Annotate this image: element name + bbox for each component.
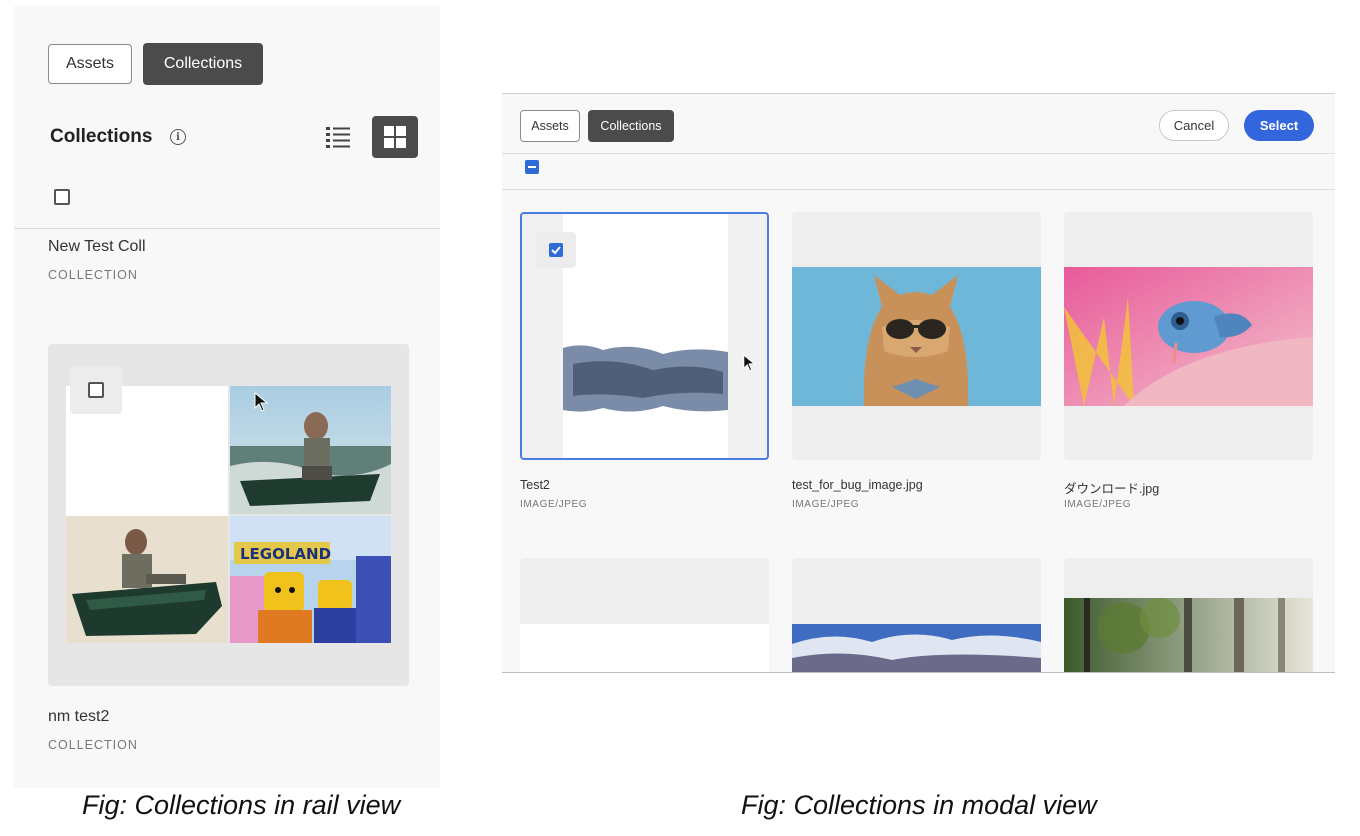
cursor-icon [743, 354, 755, 372]
collection-card[interactable]: LEGOLAND [48, 344, 409, 686]
asset-checkbox-wrapper [536, 232, 576, 268]
cancel-button[interactable]: Cancel [1159, 110, 1229, 141]
collection-name[interactable]: New Test Coll [48, 238, 146, 256]
assets-tab-button[interactable]: Assets [48, 44, 132, 84]
asset-name[interactable]: Test2 [520, 478, 550, 492]
asset-card[interactable] [1064, 558, 1313, 672]
chameleon-thumbnail [1064, 267, 1313, 406]
divider [502, 153, 1335, 154]
asset-card[interactable] [520, 558, 769, 672]
asset-name[interactable]: ダウンロード.jpg [1064, 478, 1159, 497]
asset-card[interactable] [792, 212, 1041, 460]
assets-tab-button[interactable]: Assets [520, 110, 580, 142]
asset-type: IMAGE/JPEG [1064, 499, 1132, 510]
asset-type: IMAGE/JPEG [520, 499, 588, 510]
asset-card-selected[interactable] [520, 212, 769, 460]
legoland-thumbnail: LEGOLAND [230, 516, 391, 643]
jetski-thumbnail [66, 516, 228, 643]
checkmark-icon [551, 246, 561, 255]
select-all-indeterminate-checkbox[interactable] [525, 160, 539, 174]
legoland-sign-text: LEGOLAND [240, 545, 331, 563]
asset-selector-modal: Assets Collections Cancel Select Test2 I… [502, 93, 1335, 673]
asset-thumbnail [563, 214, 728, 458]
select-all-checkbox[interactable] [54, 189, 70, 205]
card-checkbox[interactable] [88, 382, 104, 398]
divider [502, 189, 1335, 190]
divider [14, 228, 440, 229]
collections-heading: Collections [50, 126, 153, 147]
collection-type: COLLECTION [48, 268, 138, 282]
asset-checkbox-checked[interactable] [549, 243, 563, 257]
asset-thumbnail [520, 624, 769, 672]
collections-tab-button[interactable]: Collections [143, 43, 263, 85]
asset-name[interactable]: test_for_bug_image.jpg [792, 478, 923, 492]
card-checkbox-wrapper [70, 366, 122, 414]
asset-card[interactable] [1064, 212, 1313, 460]
collection-name[interactable]: nm test2 [48, 708, 109, 726]
collections-tab-button[interactable]: Collections [588, 110, 674, 142]
sky-thumbnail [792, 624, 1041, 672]
asset-card[interactable] [792, 558, 1041, 672]
select-button[interactable]: Select [1244, 110, 1314, 141]
cursor-icon [254, 392, 268, 412]
collection-type: COLLECTION [48, 738, 138, 752]
rail-view-caption: Fig: Collections in rail view [82, 790, 401, 820]
rail-panel: Assets Collections Collections i New Tes… [14, 6, 440, 788]
modal-view-caption: Fig: Collections in modal view [741, 790, 1097, 820]
list-view-icon[interactable] [326, 126, 350, 148]
grid-view-button[interactable] [372, 116, 418, 158]
forest-thumbnail [1064, 598, 1313, 672]
cat-thumbnail [792, 267, 1041, 406]
info-icon[interactable]: i [170, 129, 186, 145]
grid-view-icon [384, 126, 406, 148]
asset-type: IMAGE/JPEG [792, 499, 860, 510]
